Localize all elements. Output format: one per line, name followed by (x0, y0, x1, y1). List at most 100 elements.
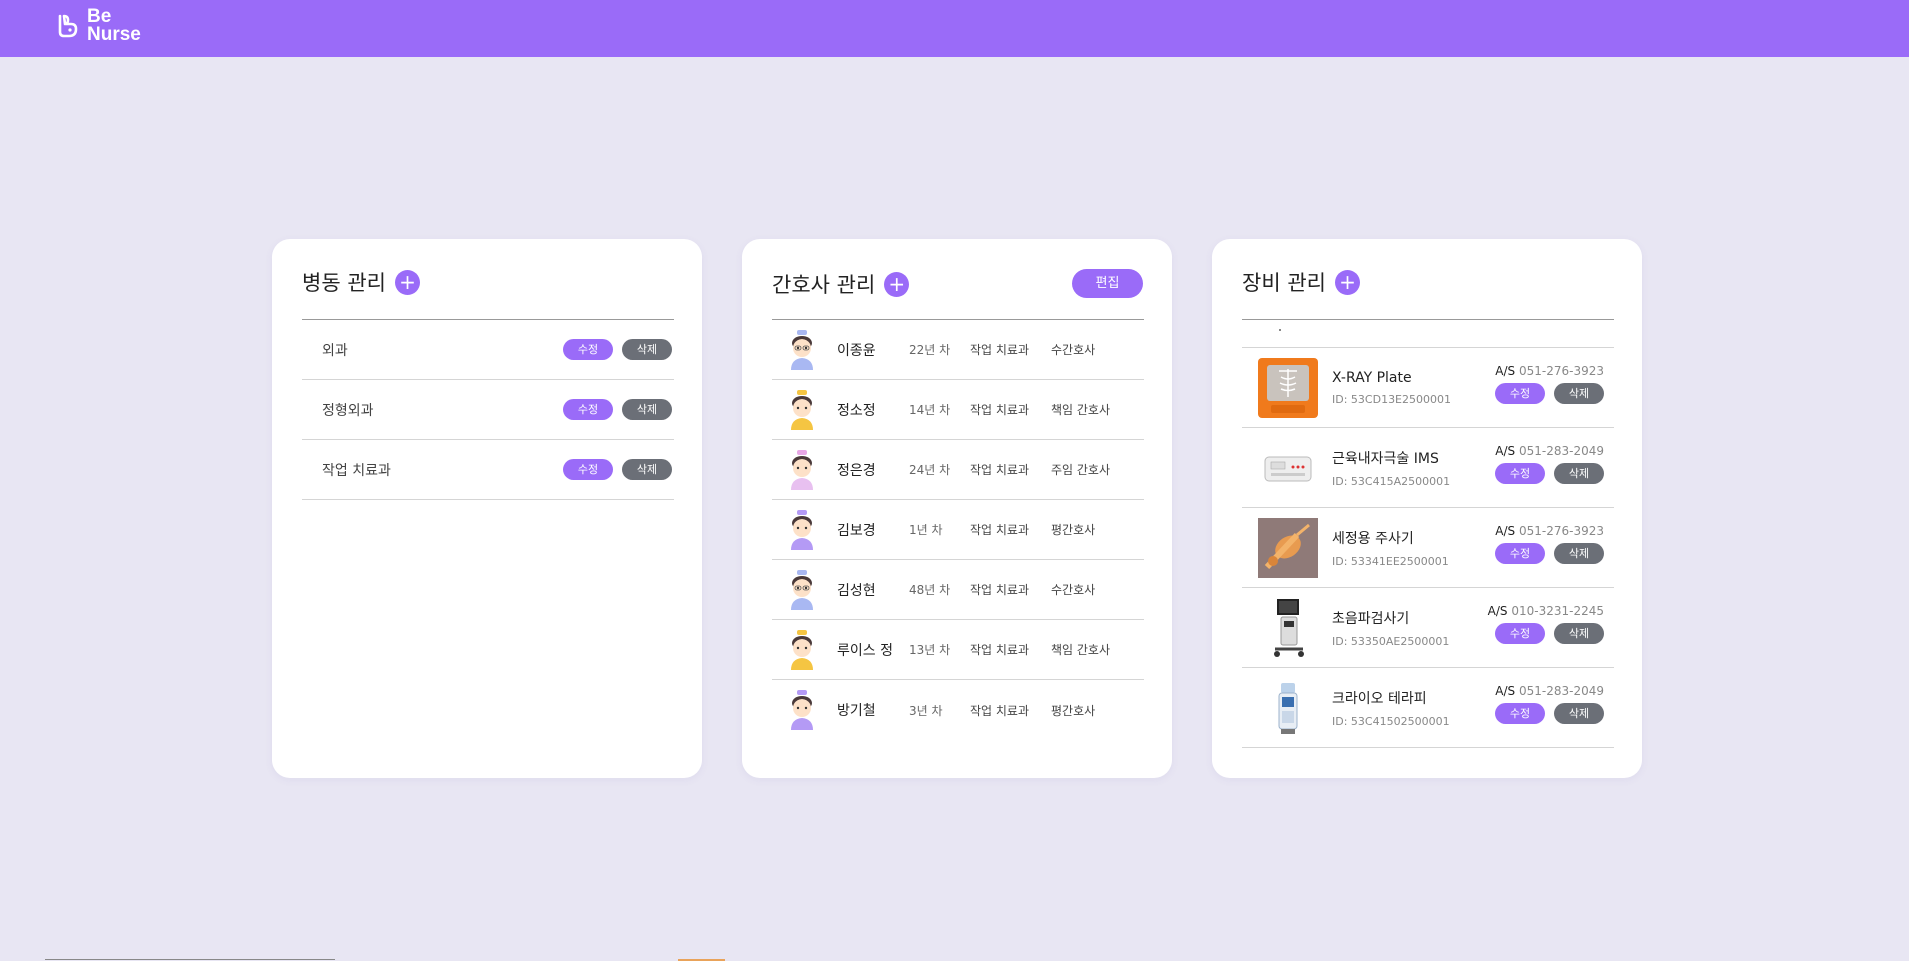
nurse-row[interactable]: 김성현 48년 차 작업 치료과 수간호사 (772, 560, 1144, 620)
equipment-id: ID: 53CD13E2500001 (1332, 392, 1452, 406)
nurse-years: 22년 차 (909, 343, 951, 357)
equipment-id: ID: 53C41502500001 (1332, 714, 1450, 728)
nurse-row[interactable]: 이종윤 22년 차 작업 치료과 수간호사 (772, 320, 1144, 380)
delete-button[interactable]: 삭제 (1554, 543, 1604, 564)
equipment-name: 근육내자극술 IMS (1332, 450, 1439, 467)
delete-button[interactable]: 삭제 (1554, 703, 1604, 724)
as-contact: A/S 051-276-3923 (1495, 524, 1604, 538)
nurse-avatar-icon (791, 509, 813, 550)
bottom-edge-line (45, 959, 335, 960)
add-equipment-button[interactable]: + (1334, 269, 1360, 295)
nurse-department: 작업 치료과 (970, 703, 1030, 718)
nurse-avatar-icon (791, 629, 813, 670)
as-contact: A/S 051-283-2049 (1495, 444, 1604, 458)
as-phone: 010-3231-2245 (1511, 604, 1604, 618)
equipment-list: X-RAY Plate ID: 53CD13E2500001 A/S 051-2… (1242, 347, 1614, 748)
as-label: A/S (1487, 604, 1508, 618)
cryo-therapy-image (1278, 682, 1298, 734)
nurse-name: 방기철 (837, 703, 876, 719)
edit-button[interactable]: 수정 (1495, 383, 1545, 404)
nurse-years: 13년 차 (909, 643, 951, 657)
equipment-name: 초음파검사기 (1332, 610, 1410, 627)
nurse-row[interactable]: 정은경 24년 차 작업 치료과 주임 간호사 (772, 440, 1144, 500)
delete-button[interactable]: 삭제 (1554, 623, 1604, 644)
nurse-avatar-icon (791, 569, 813, 610)
nurse-list: 이종윤 22년 차 작업 치료과 수간호사 정소정 14년 차 작업 치료과 책… (772, 320, 1144, 740)
nurse-years: 24년 차 (909, 463, 951, 477)
add-ward-button[interactable]: + (394, 269, 420, 295)
delete-button[interactable]: 삭제 (622, 399, 672, 420)
nurse-row[interactable]: 정소정 14년 차 작업 치료과 책임 간호사 (772, 380, 1144, 440)
as-phone: 051-276-3923 (1518, 524, 1604, 538)
edit-nurses-button[interactable]: 편집 (1072, 269, 1143, 298)
delete-button[interactable]: 삭제 (1554, 463, 1604, 484)
nurse-row[interactable]: 김보경 1년 차 작업 치료과 평간호사 (772, 500, 1144, 560)
brand-name: Be Nurse (87, 7, 141, 44)
nurse-card-title: 간호사 관리 (772, 273, 876, 297)
nurse-role: 책임 간호사 (1051, 643, 1111, 657)
equipment-row: X-RAY Plate ID: 53CD13E2500001 A/S 051-2… (1242, 348, 1614, 428)
ward-card-title: 병동 관리 (302, 271, 386, 295)
ward-name: 외과 (322, 342, 348, 359)
delete-button[interactable]: 삭제 (622, 339, 672, 360)
equipment-row: 초음파검사기 ID: 53350AE2500001 A/S 010-3231-2… (1242, 588, 1614, 668)
equipment-id: ID: 53350AE2500001 (1332, 634, 1450, 648)
ward-list: 외과 수정 삭제 정형외과 수정 삭제 작업 치료과 수정 삭제 (302, 320, 674, 500)
equipment-row: 크라이오 테라피 ID: 53C41502500001 A/S 051-283-… (1242, 668, 1614, 748)
nurse-name: 정소정 (837, 402, 876, 419)
nurse-name: 루이스 정 (837, 642, 893, 659)
ward-row: 작업 치료과 수정 삭제 (302, 440, 674, 500)
as-phone: 051-283-2049 (1518, 444, 1604, 458)
as-label: A/S (1495, 684, 1516, 698)
delete-button[interactable]: 삭제 (622, 459, 672, 480)
nurse-row[interactable]: 루이스 정 13년 차 작업 치료과 책임 간호사 (772, 620, 1144, 680)
add-nurse-button[interactable]: + (884, 271, 910, 297)
nurse-name: 김보경 (837, 522, 876, 539)
as-contact: A/S 051-276-3923 (1495, 364, 1604, 378)
nurse-card-header: 간호사 관리 + (772, 269, 910, 299)
edit-button[interactable]: 수정 (563, 459, 613, 480)
syringe-image (1258, 517, 1318, 578)
nurse-role: 책임 간호사 (1051, 403, 1111, 417)
equipment-management-card: 장비 관리 + X-RAY Plate ID: 53CD13E2500001 A… (1212, 239, 1642, 778)
nurse-department: 작업 치료과 (970, 523, 1030, 537)
edit-button[interactable]: 수정 (1495, 463, 1545, 484)
equipment-card-header: 장비 관리 + (1242, 267, 1360, 297)
edit-button[interactable]: 수정 (1495, 543, 1545, 564)
nurse-department: 작업 치료과 (970, 583, 1030, 597)
nurse-department: 작업 치료과 (970, 403, 1030, 417)
as-contact: A/S 010-3231-2245 (1488, 604, 1604, 618)
top-bar: Be Nurse (0, 0, 1909, 57)
equipment-row: 근육내자극술 IMS ID: 53C415A2500001 A/S 051-28… (1242, 428, 1614, 508)
ultrasound-image (1274, 598, 1304, 657)
as-label: A/S (1495, 524, 1516, 538)
as-label: A/S (1495, 364, 1516, 378)
divider (1242, 319, 1614, 320)
ward-card-header: 병동 관리 + (302, 267, 420, 297)
equipment-card-title: 장비 관리 (1242, 271, 1326, 295)
nurse-role: 평간호사 (1051, 703, 1096, 718)
nurse-department: 작업 치료과 (970, 343, 1030, 357)
nurse-role: 수간호사 (1051, 343, 1096, 357)
nurse-row[interactable]: 방기철 3년 차 작업 치료과 평간호사 (772, 680, 1144, 740)
nurse-department: 작업 치료과 (970, 643, 1030, 657)
nurse-name: 김성현 (837, 582, 876, 599)
as-phone: 051-283-2049 (1518, 684, 1604, 698)
ward-name: 정형외과 (322, 402, 374, 419)
nurse-role: 평간호사 (1051, 523, 1096, 537)
as-phone: 051-276-3923 (1518, 364, 1604, 378)
equipment-name: 크라이오 테라피 (1332, 690, 1427, 707)
edit-button[interactable]: 수정 (563, 399, 613, 420)
nurse-name: 정은경 (837, 462, 876, 479)
edit-button[interactable]: 수정 (1495, 623, 1545, 644)
delete-button[interactable]: 삭제 (1554, 383, 1604, 404)
nurse-name: 이종윤 (837, 342, 876, 359)
ims-device-image (1264, 456, 1312, 481)
app-logo[interactable]: Be Nurse (55, 7, 141, 44)
nurse-department: 작업 치료과 (970, 463, 1030, 477)
dot-mark (1279, 329, 1281, 331)
edit-button[interactable]: 수정 (1495, 703, 1545, 724)
edit-button[interactable]: 수정 (563, 339, 613, 360)
ward-name: 작업 치료과 (322, 462, 391, 479)
as-label: A/S (1495, 444, 1516, 458)
